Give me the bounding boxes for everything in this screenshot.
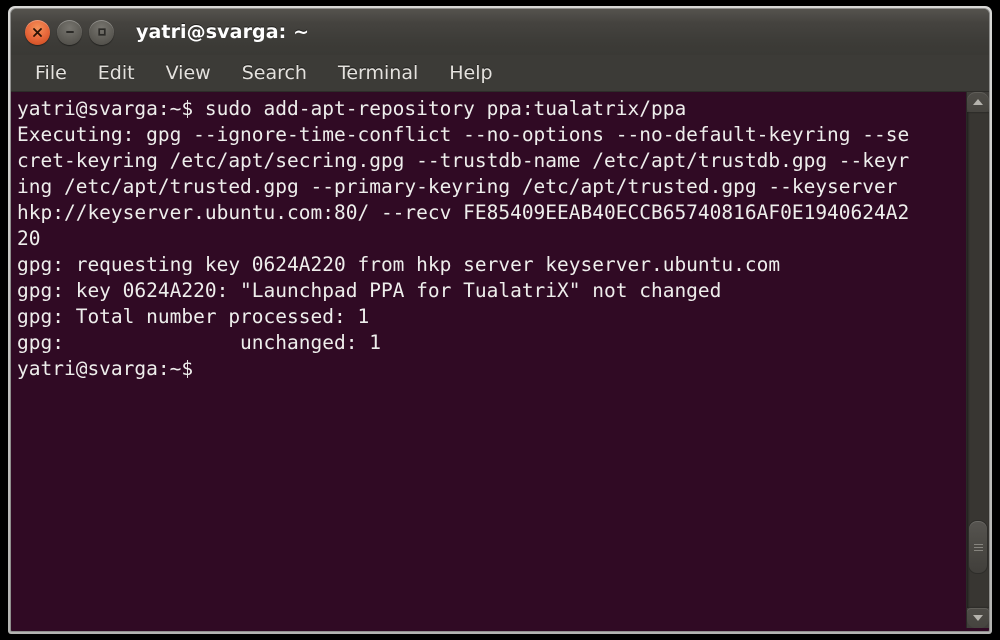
scrollbar-down-button[interactable] [967, 608, 989, 628]
terminal-line: hkp://keyserver.ubuntu.com:80/ --recv FE… [17, 201, 910, 224]
close-button[interactable] [25, 19, 50, 45]
menu-item-view[interactable]: View [164, 60, 213, 86]
menu-item-edit[interactable]: Edit [96, 60, 137, 86]
window-title: yatri@svarga: ~ [136, 21, 310, 43]
terminal-line: yatri@svarga:~$ [17, 357, 194, 380]
arrow-down-icon [973, 615, 983, 621]
terminal-line: gpg: key 0624A220: "Launchpad PPA for Tu… [17, 279, 722, 302]
arrow-up-icon [973, 99, 983, 105]
menu-item-terminal[interactable]: Terminal [336, 60, 420, 86]
menu-item-search[interactable]: Search [240, 60, 309, 86]
maximize-icon [97, 28, 106, 36]
title-bar[interactable]: yatri@svarga: ~ [11, 9, 989, 55]
menu-bar: File Edit View Search Terminal Help [11, 55, 989, 92]
terminal-line: gpg: Total number processed: 1 [17, 305, 370, 328]
terminal-window: yatri@svarga: ~ File Edit View Search Te… [8, 6, 992, 634]
maximize-button[interactable] [89, 19, 114, 45]
window-controls [25, 19, 114, 45]
scrollbar-up-button[interactable] [967, 92, 989, 112]
scrollbar-trough[interactable] [967, 112, 989, 608]
window-inner: yatri@svarga: ~ File Edit View Search Te… [10, 8, 990, 632]
terminal-line: gpg: requesting key 0624A220 from hkp se… [17, 253, 781, 276]
terminal-line: Executing: gpg --ignore-time-conflict --… [17, 123, 910, 146]
menu-item-help[interactable]: Help [447, 60, 494, 86]
terminal-area: yatri@svarga:~$ sudo add-apt-repository … [11, 92, 989, 628]
close-icon [33, 27, 42, 37]
minimize-icon [65, 31, 74, 33]
window-bottom-edge [11, 628, 989, 631]
terminal-line: ing /etc/apt/trusted.gpg --primary-keyri… [17, 175, 898, 198]
terminal-scrollbar[interactable] [966, 92, 989, 628]
terminal-line: yatri@svarga:~$ sudo add-apt-repository … [17, 97, 687, 120]
scrollbar-thumb[interactable] [968, 520, 988, 574]
terminal-line: 20 [17, 227, 41, 250]
menu-item-file[interactable]: File [33, 60, 69, 86]
scrollbar-grip-icon [973, 543, 983, 545]
terminal-output[interactable]: yatri@svarga:~$ sudo add-apt-repository … [11, 92, 966, 628]
terminal-line: gpg: unchanged: 1 [17, 331, 381, 354]
minimize-button[interactable] [57, 19, 82, 45]
desktop-background: yatri@svarga: ~ File Edit View Search Te… [0, 0, 1000, 640]
terminal-line: cret-keyring /etc/apt/secring.gpg --trus… [17, 149, 910, 172]
